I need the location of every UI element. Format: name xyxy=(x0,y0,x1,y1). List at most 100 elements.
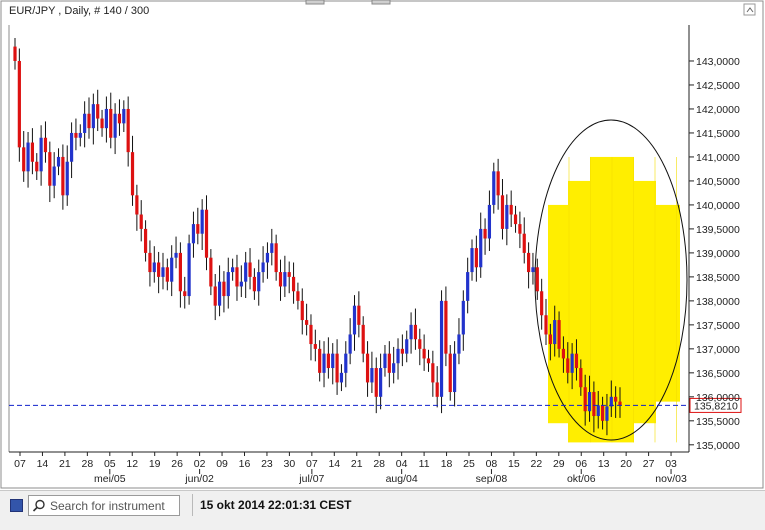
y-tick-label: 143,0000 xyxy=(696,56,740,68)
candle-down xyxy=(130,152,135,196)
candle-down xyxy=(592,392,596,417)
candle-down xyxy=(418,339,422,349)
search-icon[interactable] xyxy=(31,498,47,514)
bottom-toolbar: 15 okt 2014 22:01:31 CEST xyxy=(0,490,765,530)
candle-up xyxy=(69,132,74,162)
x-tick-label: 28 xyxy=(373,458,385,470)
price-chart[interactable]: 135,8210 135,0000135,5000136,0000136,500… xyxy=(0,0,765,490)
x-tick-label: 13 xyxy=(598,458,610,470)
candle-up xyxy=(244,262,248,282)
y-tick-label: 138,5000 xyxy=(696,272,740,284)
candle-up xyxy=(383,353,387,369)
candle-up xyxy=(56,156,61,167)
candle-up xyxy=(257,272,261,292)
candle-up xyxy=(479,228,483,268)
y-tick-label: 141,5000 xyxy=(696,128,740,140)
candle-up xyxy=(470,248,474,273)
candle-down xyxy=(566,358,570,373)
candle-down xyxy=(109,108,113,138)
candle-up xyxy=(531,267,535,273)
candle-down xyxy=(309,324,313,345)
toolbar-divider xyxy=(192,494,193,516)
candle-down xyxy=(583,387,587,412)
candle-down xyxy=(183,291,187,297)
candle-down xyxy=(22,147,26,172)
candle-down xyxy=(235,267,239,287)
candle-up xyxy=(457,334,461,354)
x-month-label: sep/08 xyxy=(476,473,508,485)
candle-up xyxy=(587,392,592,412)
x-tick-label: 07 xyxy=(306,458,318,470)
candle-up xyxy=(270,243,274,253)
scroll-tab-left[interactable] xyxy=(305,0,325,5)
candle-up xyxy=(39,137,43,172)
candle-down xyxy=(143,228,148,253)
y-tick-label: 142,5000 xyxy=(696,80,740,92)
candle-down xyxy=(135,195,139,215)
candle-up xyxy=(352,305,357,335)
color-picker-icon[interactable] xyxy=(10,499,23,512)
x-tick-label: 21 xyxy=(351,458,363,470)
candle-up xyxy=(379,368,383,397)
candle-down xyxy=(296,291,300,301)
candle-down xyxy=(165,267,169,282)
candle-down xyxy=(361,324,365,354)
candle-up xyxy=(570,353,574,373)
y-tick-label: 140,5000 xyxy=(696,176,740,188)
candle-down xyxy=(400,348,404,354)
y-tick-label: 139,0000 xyxy=(696,248,740,260)
candle-up xyxy=(261,262,265,273)
timestamp: 15 okt 2014 22:01:31 CEST xyxy=(200,498,352,512)
candle-up xyxy=(91,104,95,129)
candle-up xyxy=(226,272,230,297)
candle-up xyxy=(174,252,178,258)
x-tick-label: 29 xyxy=(553,458,565,470)
candle-up xyxy=(83,113,87,133)
candle-down xyxy=(387,353,391,373)
candle-up xyxy=(339,372,344,383)
candle-down xyxy=(444,300,448,354)
candle-down xyxy=(30,142,35,162)
candle-up xyxy=(605,406,609,421)
candle-up xyxy=(239,281,243,287)
candle-down xyxy=(518,224,522,234)
x-tick-label: 07 xyxy=(14,458,26,470)
candle-down xyxy=(278,272,283,287)
candle-down xyxy=(600,405,605,421)
candle-down xyxy=(274,243,278,273)
x-tick-label: 09 xyxy=(216,458,228,470)
y-tick-label: 140,0000 xyxy=(696,200,740,212)
candle-down xyxy=(178,252,182,292)
candle-up xyxy=(453,353,457,393)
y-tick-label: 139,5000 xyxy=(696,224,740,236)
search-input[interactable] xyxy=(47,498,178,513)
highlight-block xyxy=(548,204,568,424)
x-tick-label: 14 xyxy=(37,458,49,470)
y-tick-label: 136,5000 xyxy=(696,368,740,380)
candle-down xyxy=(500,195,505,229)
x-month-label: jun/02 xyxy=(184,473,214,485)
candle-down xyxy=(13,46,17,61)
candle-up xyxy=(492,171,496,205)
candle-up xyxy=(322,353,326,373)
candle-up xyxy=(122,108,126,124)
candle-down xyxy=(291,276,296,292)
candle-down xyxy=(365,353,370,383)
x-tick-label: 02 xyxy=(194,458,206,470)
candle-down xyxy=(43,137,48,153)
candle-up xyxy=(283,272,287,287)
candle-up xyxy=(217,281,222,306)
y-tick-label: 141,0000 xyxy=(696,152,740,164)
candle-down xyxy=(318,348,322,373)
candle-up xyxy=(348,334,352,354)
x-tick-label: 03 xyxy=(665,458,677,470)
candle-up xyxy=(161,267,165,277)
scroll-tab-right[interactable] xyxy=(371,0,391,5)
candle-down xyxy=(35,161,39,172)
x-tick-label: 11 xyxy=(419,458,430,470)
x-tick-label: 06 xyxy=(575,458,587,470)
candle-down xyxy=(513,214,518,225)
x-tick-label: 23 xyxy=(261,458,273,470)
candle-down xyxy=(48,152,52,186)
instrument-search-box[interactable] xyxy=(28,495,180,516)
